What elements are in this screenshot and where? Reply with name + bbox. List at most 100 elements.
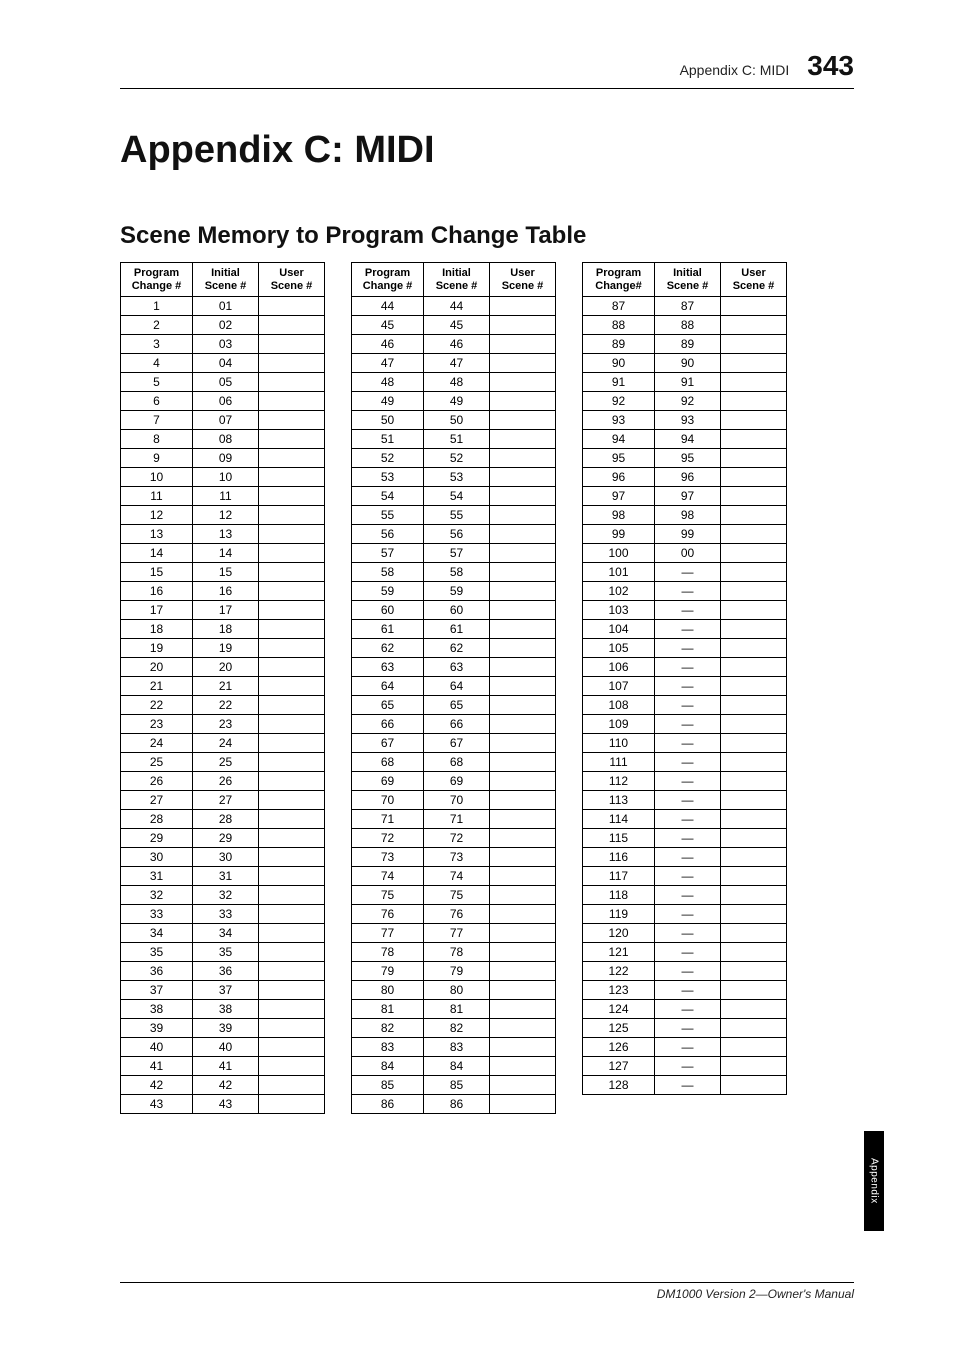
- footer-text: DM1000 Version 2—Owner's Manual: [120, 1282, 854, 1301]
- table-row: 3030: [121, 848, 325, 867]
- table-row: 9393: [583, 411, 787, 430]
- cell-us: [259, 544, 325, 563]
- table-row: 1717: [121, 601, 325, 620]
- cell-pc: 50: [352, 411, 424, 430]
- table-row: 7171: [352, 810, 556, 829]
- table-row: 2424: [121, 734, 325, 753]
- cell-us: [259, 411, 325, 430]
- cell-pc: 104: [583, 620, 655, 639]
- cell-is: 99: [655, 525, 721, 544]
- cell-pc: 48: [352, 373, 424, 392]
- cell-pc: 9: [121, 449, 193, 468]
- cell-pc: 41: [121, 1057, 193, 1076]
- cell-us: [259, 791, 325, 810]
- cell-is: 49: [424, 392, 490, 411]
- cell-is: 95: [655, 449, 721, 468]
- cell-us: [490, 354, 556, 373]
- cell-pc: 6: [121, 392, 193, 411]
- cell-is: —: [655, 639, 721, 658]
- table-row: 3434: [121, 924, 325, 943]
- cell-pc: 55: [352, 506, 424, 525]
- cell-us: [259, 449, 325, 468]
- cell-is: 20: [193, 658, 259, 677]
- table-row: 124—: [583, 1000, 787, 1019]
- table-row: 120—: [583, 924, 787, 943]
- cell-is: 25: [193, 753, 259, 772]
- cell-is: —: [655, 1038, 721, 1057]
- table-row: 2525: [121, 753, 325, 772]
- cell-us: [721, 772, 787, 791]
- table-row: 6565: [352, 696, 556, 715]
- cell-is: 88: [655, 316, 721, 335]
- cell-is: —: [655, 1076, 721, 1095]
- cell-is: 53: [424, 468, 490, 487]
- table-row: 108—: [583, 696, 787, 715]
- cell-us: [259, 563, 325, 582]
- cell-is: 06: [193, 392, 259, 411]
- cell-pc: 80: [352, 981, 424, 1000]
- table-row: 10000: [583, 544, 787, 563]
- cell-is: 61: [424, 620, 490, 639]
- cell-pc: 126: [583, 1038, 655, 1057]
- cell-is: 54: [424, 487, 490, 506]
- cell-us: [721, 468, 787, 487]
- cell-us: [259, 886, 325, 905]
- table-row: 1010: [121, 468, 325, 487]
- cell-us: [721, 639, 787, 658]
- cell-is: 31: [193, 867, 259, 886]
- table-row: 105—: [583, 639, 787, 658]
- cell-us: [490, 886, 556, 905]
- table-row: 7373: [352, 848, 556, 867]
- cell-us: [490, 905, 556, 924]
- table-row: 111—: [583, 753, 787, 772]
- cell-us: [721, 525, 787, 544]
- cell-us: [259, 924, 325, 943]
- cell-is: 11: [193, 487, 259, 506]
- cell-us: [259, 715, 325, 734]
- cell-pc: 99: [583, 525, 655, 544]
- cell-is: 30: [193, 848, 259, 867]
- table-row: 3333: [121, 905, 325, 924]
- cell-is: 12: [193, 506, 259, 525]
- table-row: 2929: [121, 829, 325, 848]
- cell-pc: 86: [352, 1095, 424, 1114]
- cell-us: [721, 696, 787, 715]
- cell-us: [490, 829, 556, 848]
- cell-is: —: [655, 829, 721, 848]
- cell-pc: 65: [352, 696, 424, 715]
- cell-pc: 123: [583, 981, 655, 1000]
- cell-pc: 93: [583, 411, 655, 430]
- col-program-change: ProgramChange #: [121, 263, 193, 297]
- cell-is: 38: [193, 1000, 259, 1019]
- cell-pc: 58: [352, 563, 424, 582]
- cell-is: —: [655, 981, 721, 1000]
- cell-is: —: [655, 563, 721, 582]
- cell-pc: 98: [583, 506, 655, 525]
- cell-pc: 51: [352, 430, 424, 449]
- cell-is: 90: [655, 354, 721, 373]
- cell-pc: 122: [583, 962, 655, 981]
- cell-us: [259, 468, 325, 487]
- cell-us: [721, 943, 787, 962]
- cell-is: 24: [193, 734, 259, 753]
- cell-us: [721, 297, 787, 316]
- cell-pc: 82: [352, 1019, 424, 1038]
- cell-is: 10: [193, 468, 259, 487]
- table-row: 5656: [352, 525, 556, 544]
- cell-is: —: [655, 962, 721, 981]
- cell-us: [721, 316, 787, 335]
- cell-pc: 34: [121, 924, 193, 943]
- cell-is: 55: [424, 506, 490, 525]
- table-row: 7474: [352, 867, 556, 886]
- cell-us: [490, 582, 556, 601]
- table-row: 5353: [352, 468, 556, 487]
- table-row: 116—: [583, 848, 787, 867]
- cell-pc: 90: [583, 354, 655, 373]
- table-row: 8484: [352, 1057, 556, 1076]
- cell-us: [259, 430, 325, 449]
- table-row: 3939: [121, 1019, 325, 1038]
- cell-pc: 37: [121, 981, 193, 1000]
- cell-pc: 44: [352, 297, 424, 316]
- cell-pc: 8: [121, 430, 193, 449]
- table-row: 5858: [352, 563, 556, 582]
